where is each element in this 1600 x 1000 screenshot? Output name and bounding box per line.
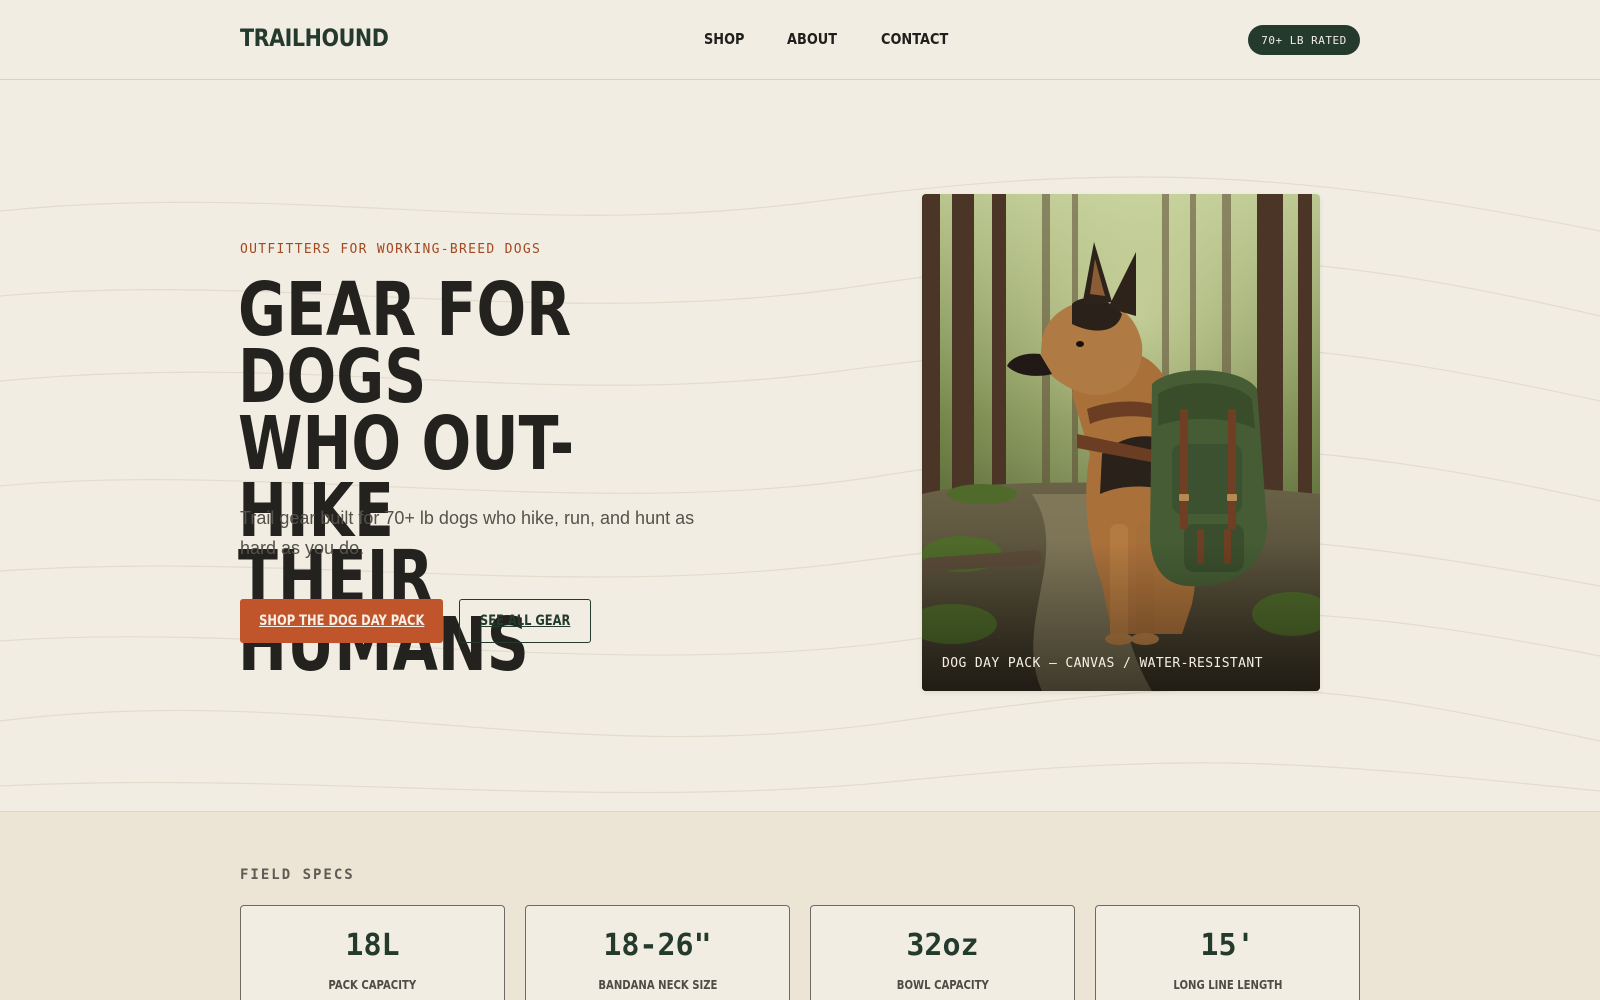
spec-card-pack-capacity: 18L PACK CAPACITY	[240, 905, 505, 1000]
button-label: SHOP THE DOG DAY PACK	[258, 613, 425, 629]
nav-contact[interactable]: CONTACT	[881, 30, 948, 48]
spec-card-bowl-capacity: 32oz BOWL CAPACITY	[810, 905, 1075, 1000]
shop-dog-day-pack-button[interactable]: SHOP THE DOG DAY PACK	[240, 599, 443, 643]
spec-value: 32oz	[906, 928, 979, 963]
hero-subcopy: Trail gear built for 70+ lb dogs who hik…	[240, 508, 695, 558]
hero-eyebrow: OUTFITTERS FOR WORKING-BREED DOGS	[240, 242, 542, 257]
rating-badge: 70+ LB RATED	[1248, 25, 1360, 55]
specs-title: FIELD SPECS	[240, 867, 355, 883]
spec-card-long-line-length: 15' LONG LINE LENGTH	[1095, 905, 1360, 1000]
spec-value: 18-26"	[603, 928, 712, 963]
spec-label-text: LONG LINE LENGTH	[1172, 978, 1283, 992]
button-label: SEE ALL GEAR	[479, 613, 571, 629]
spec-label: BANDANA NECK SIZE	[526, 978, 789, 992]
see-all-gear-button[interactable]: SEE ALL GEAR	[459, 599, 591, 643]
spec-label: BOWL CAPACITY	[811, 978, 1074, 992]
nav-shop[interactable]: SHOP	[704, 30, 745, 48]
spec-label-text: BANDANA NECK SIZE	[597, 978, 718, 992]
image-caption: DOG DAY PACK — CANVAS / WATER-RESISTANT	[942, 656, 1263, 671]
hero-product-image: DOG DAY PACK — CANVAS / WATER-RESISTANT	[922, 194, 1320, 691]
spec-value: 15'	[1200, 928, 1255, 963]
dog-with-backpack-photo	[922, 194, 1320, 691]
site-header: TRAILHOUND SHOP ABOUT CONTACT 70+ LB RAT…	[0, 0, 1600, 80]
nav-about[interactable]: ABOUT	[787, 30, 837, 48]
spec-label: LONG LINE LENGTH	[1096, 978, 1359, 992]
spec-label: PACK CAPACITY	[241, 978, 504, 992]
field-specs-section: FIELD SPECS 18L PACK CAPACITY 18-26" BAN…	[0, 811, 1600, 1000]
hero-section: OUTFITTERS FOR WORKING-BREED DOGS GEAR F…	[0, 81, 1600, 811]
spec-label-text: BOWL CAPACITY	[896, 978, 989, 992]
spec-label-text: PACK CAPACITY	[328, 978, 417, 992]
spec-value: 18L	[345, 928, 400, 963]
spec-card-bandana-neck-size: 18-26" BANDANA NECK SIZE	[525, 905, 790, 1000]
main-nav: SHOP ABOUT CONTACT	[704, 30, 960, 48]
headline-line: GEAR FOR DOGS	[238, 267, 572, 420]
brand-logo[interactable]: TRAILHOUND	[240, 24, 389, 52]
